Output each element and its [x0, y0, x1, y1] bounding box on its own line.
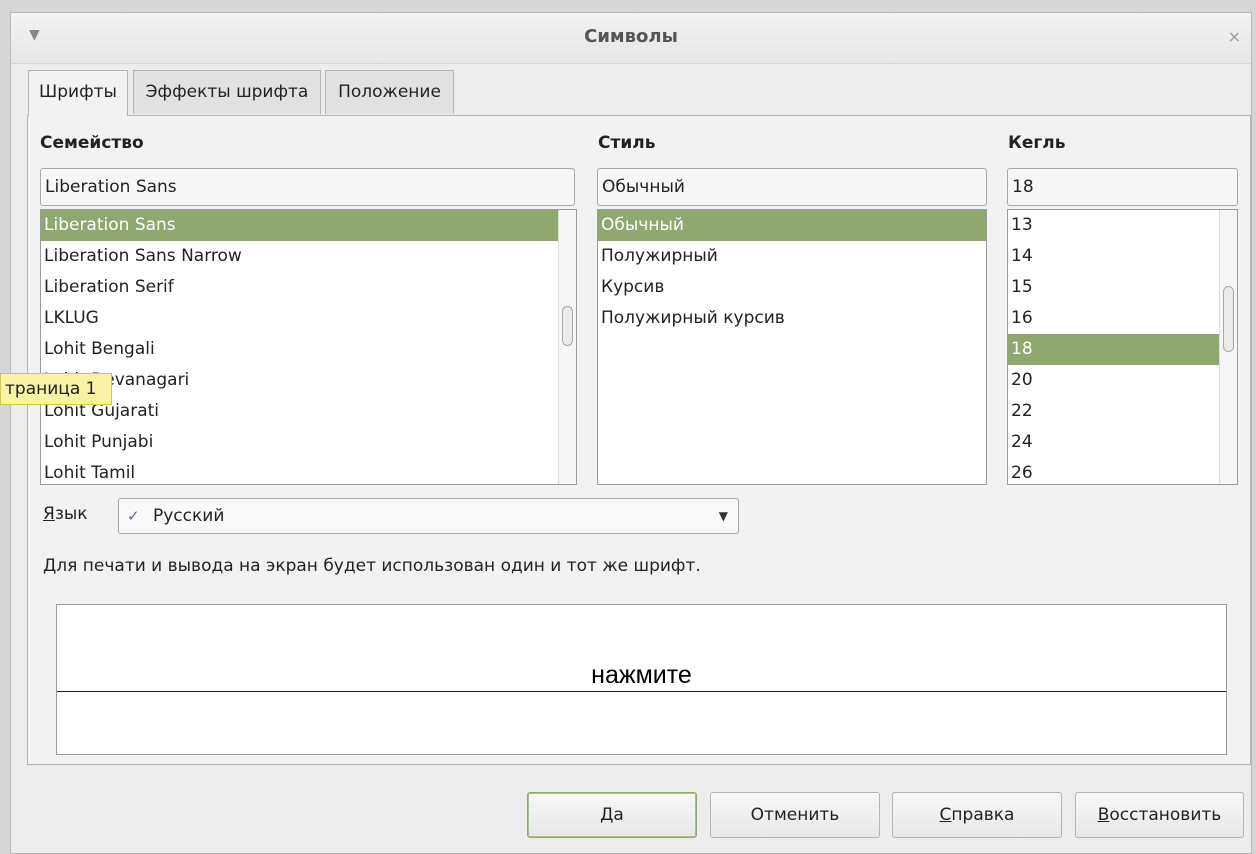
list-item[interactable]: Lohit Devanagari [41, 365, 576, 396]
ok-button[interactable]: Да [527, 792, 697, 838]
list-item[interactable]: Полужирный [598, 241, 986, 272]
language-value: Русский [153, 506, 225, 526]
reset-button[interactable]: Восстановить [1075, 792, 1244, 838]
close-icon[interactable]: × [1228, 27, 1241, 46]
list-item[interactable]: Lohit Punjabi [41, 427, 576, 458]
preview-text-wrap: нажмите [57, 661, 1226, 690]
family-header: Семейство [40, 133, 144, 153]
tab-position[interactable]: Положение [325, 70, 454, 114]
list-item[interactable]: Курсив [598, 272, 986, 303]
family-input[interactable]: Liberation Sans [40, 168, 575, 206]
list-item[interactable]: Обычный [598, 210, 986, 241]
cancel-button[interactable]: Отменить [710, 792, 880, 838]
tab-font-effects[interactable]: Эффекты шрифта [133, 70, 321, 114]
tab-fonts[interactable]: Шрифты [28, 70, 128, 116]
list-item[interactable]: 15 [1008, 272, 1237, 303]
help-mnemonic: С [939, 805, 952, 825]
fonts-panel: Семейство Стиль Кегль Liberation Sans Об… [27, 115, 1251, 765]
size-list[interactable]: 13 14 15 16 18 20 22 24 26 [1007, 209, 1238, 485]
family-scrollbar[interactable] [558, 210, 576, 484]
list-item[interactable]: 20 [1008, 365, 1237, 396]
list-item[interactable]: 22 [1008, 396, 1237, 427]
list-item[interactable]: Liberation Serif [41, 272, 576, 303]
help-label: правка [951, 805, 1015, 825]
spellcheck-icon: ✓ [127, 507, 140, 525]
page-tooltip: траница 1 [0, 373, 112, 405]
list-item[interactable]: 14 [1008, 241, 1237, 272]
style-header: Стиль [598, 133, 656, 153]
list-item[interactable]: Liberation Sans [41, 210, 576, 241]
list-item[interactable]: 26 [1008, 458, 1237, 484]
reset-label: осстановить [1109, 805, 1222, 825]
size-scrollbar[interactable] [1219, 210, 1237, 484]
window-title: Символы [584, 26, 678, 47]
list-item[interactable]: LKLUG [41, 303, 576, 334]
language-label-text: зык [54, 504, 88, 524]
reset-mnemonic: В [1097, 805, 1110, 825]
language-select[interactable]: ✓ Русский ▼ [118, 498, 739, 534]
list-item[interactable]: 13 [1008, 210, 1237, 241]
style-input[interactable]: Обычный [597, 168, 987, 206]
list-item[interactable]: 16 [1008, 303, 1237, 334]
language-mnemonic: Я [43, 504, 55, 524]
scroll-thumb[interactable] [562, 306, 573, 346]
list-item[interactable]: 18 [1008, 334, 1237, 365]
font-dialog-window: ▼ Символы × Шрифты Эффекты шрифта Положе… [10, 12, 1252, 854]
size-input[interactable]: 18 [1007, 168, 1238, 206]
list-item[interactable]: 24 [1008, 427, 1237, 458]
language-label: Язык [43, 504, 88, 524]
list-item[interactable]: Liberation Sans Narrow [41, 241, 576, 272]
style-list[interactable]: Обычный Полужирный Курсив Полужирный кур… [597, 209, 987, 485]
preview-text: нажмите [589, 661, 694, 689]
list-item[interactable]: Lohit Tamil [41, 458, 576, 484]
list-item[interactable]: Lohit Bengali [41, 334, 576, 365]
chevron-down-icon[interactable]: ▼ [719, 499, 728, 533]
preview-baseline [57, 691, 1226, 692]
scroll-thumb[interactable] [1223, 286, 1234, 352]
title-bar[interactable]: ▼ Символы × [11, 13, 1251, 64]
family-list[interactable]: Liberation Sans Liberation Sans Narrow L… [40, 209, 577, 485]
font-preview: нажмите [56, 604, 1227, 755]
list-item[interactable]: Полужирный курсив [598, 303, 986, 334]
help-button[interactable]: Справка [892, 792, 1062, 838]
list-item[interactable]: Lohit Gujarati [41, 396, 576, 427]
size-header: Кегль [1008, 133, 1066, 153]
info-text: Для печати и вывода на экран будет испол… [43, 556, 701, 576]
